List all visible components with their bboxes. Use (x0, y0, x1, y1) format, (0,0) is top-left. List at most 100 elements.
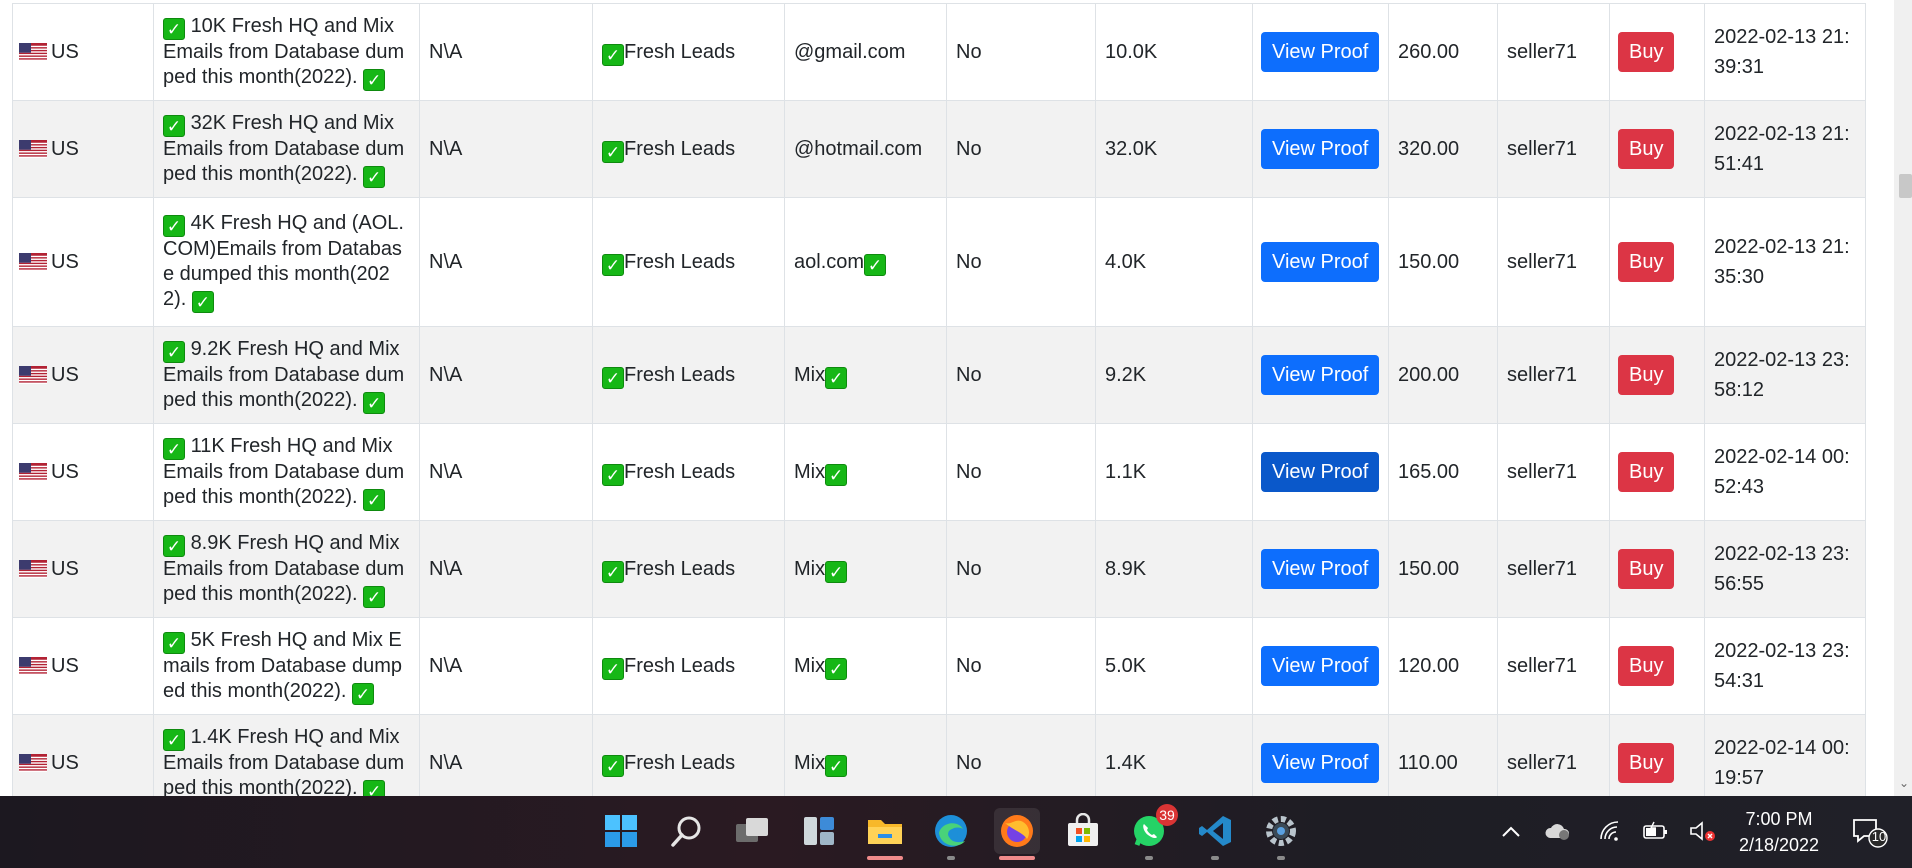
buy-button[interactable]: Buy (1618, 452, 1675, 492)
domain-cell: Mix ✓ (784, 423, 947, 521)
view-proof-button[interactable]: View Proof (1261, 646, 1380, 686)
view-proof-button[interactable]: View Proof (1261, 32, 1380, 72)
view-proof-button[interactable]: View Proof (1261, 549, 1380, 589)
buy-button[interactable]: Buy (1618, 549, 1675, 589)
description-line: Emails from Database dum (163, 751, 405, 774)
edge-button[interactable] (928, 808, 974, 860)
task-view-icon (736, 818, 768, 842)
vscode-button[interactable] (1192, 808, 1238, 860)
table-row: US ✓ 10K Fresh HQ and Mix Emails from Data… (12, 3, 1866, 101)
firefox-button[interactable] (994, 808, 1040, 860)
description-line: ped this month(2022). ✓ (163, 485, 410, 511)
buy-cell: Buy (1609, 100, 1705, 198)
edge-icon (935, 815, 967, 847)
buy-button[interactable]: Buy (1618, 129, 1675, 169)
seller-cell: seller71 (1497, 714, 1610, 796)
price-cell: 200.00 (1388, 326, 1498, 424)
show-hidden-icons-chevron-icon[interactable] (1500, 822, 1522, 842)
country-code: US (51, 557, 79, 580)
settings-button[interactable] (1258, 808, 1304, 860)
domain-label: Mix (794, 363, 826, 386)
whatsapp-button[interactable]: 39 (1126, 804, 1178, 860)
proof-cell: View Proof (1252, 617, 1389, 715)
view-proof-button[interactable]: View Proof (1261, 129, 1380, 169)
volume-muted-icon[interactable] (1688, 820, 1718, 842)
start-button[interactable] (598, 808, 644, 854)
check-icon: ✓ (602, 560, 624, 583)
proof-cell: View Proof (1252, 326, 1389, 424)
wifi-icon[interactable] (1598, 820, 1622, 842)
search-button[interactable] (664, 808, 710, 854)
check-icon: ✓ (825, 657, 848, 680)
check-icon: ✓ (163, 215, 185, 237)
description-cell: ✓ 32K Fresh HQ and Mix Emails from Databa… (153, 100, 420, 198)
file-explorer-button[interactable] (862, 808, 908, 860)
category-label: Fresh Leads (624, 751, 736, 774)
date-line: 2022-02-13 23: (1714, 639, 1850, 662)
price-cell: 150.00 (1388, 197, 1498, 327)
battery-icon[interactable] (1642, 820, 1670, 842)
view-proof-button[interactable]: View Proof (1261, 743, 1380, 783)
scrollbar-thumb[interactable] (1899, 174, 1912, 198)
onedrive-icon[interactable] (1545, 820, 1571, 842)
view-proof-button[interactable]: View Proof (1261, 242, 1380, 282)
task-view-button[interactable] (730, 808, 776, 854)
file-explorer-icon (868, 820, 902, 844)
buy-button[interactable]: Buy (1618, 32, 1675, 72)
scroll-down-arrow-icon[interactable]: ⌄ (1897, 776, 1911, 790)
domain-cell: @hotmail.com (784, 100, 947, 198)
seller-cell: seller71 (1497, 3, 1610, 101)
date-cell: 2022-02-13 21: 39:31 (1704, 3, 1866, 101)
category-cell: ✓ Fresh Leads (592, 520, 785, 618)
category-cell: ✓ Fresh Leads (592, 617, 785, 715)
view-proof-button[interactable]: View Proof (1261, 355, 1380, 395)
status-cell: No (946, 100, 1096, 198)
buy-button[interactable]: Buy (1618, 743, 1675, 783)
us-flag-icon (19, 139, 47, 158)
country-cell: US (12, 617, 154, 715)
description-line: e dumped this month(202 (163, 263, 390, 285)
check-icon: ✓ (352, 682, 374, 705)
table-row: US ✓ 32K Fresh HQ and Mix Emails from Data… (12, 100, 1866, 198)
category-label: Fresh Leads (624, 557, 736, 580)
widgets-button[interactable] (796, 808, 842, 854)
description-line: ed this month(2022). ✓ (163, 679, 410, 705)
description-line: ✓ 9.2K Fresh HQ and Mix (163, 337, 410, 363)
price-cell: 260.00 (1388, 3, 1498, 101)
country-cell: US (12, 3, 154, 101)
listings-table: US ✓ 10K Fresh HQ and Mix Emails from Data… (12, 3, 1866, 796)
category-label: Fresh Leads (624, 654, 736, 677)
buy-button[interactable]: Buy (1618, 355, 1675, 395)
category-label: Fresh Leads (624, 250, 736, 273)
vertical-scrollbar[interactable] (1894, 0, 1912, 796)
domain-label: Mix (794, 654, 826, 677)
description-cell: ✓ 10K Fresh HQ and Mix Emails from Databa… (153, 3, 420, 101)
description-line: ✓ 32K Fresh HQ and Mix (163, 111, 410, 137)
domain-label: Mix (794, 557, 826, 580)
date-cell: 2022-02-13 23: 56:55 (1704, 520, 1866, 618)
description-line: Emails from Database dum (163, 460, 405, 483)
settings-icon (1266, 816, 1296, 846)
view-proof-button[interactable]: View Proof (1261, 452, 1380, 492)
buy-button[interactable]: Buy (1618, 646, 1675, 686)
description-line: ✓ 1.4K Fresh HQ and Mix (163, 725, 410, 751)
check-icon: ✓ (363, 165, 386, 188)
system-clock[interactable]: 7:00 PM 2/18/2022 (1723, 806, 1835, 858)
description-line: Emails from Database dum (163, 557, 405, 580)
proof-cell: View Proof (1252, 3, 1389, 101)
check-icon: ✓ (602, 657, 624, 680)
vscode-icon (1199, 816, 1231, 846)
settings-running-indicator (1277, 856, 1285, 860)
seller-cell: seller71 (1497, 520, 1610, 618)
check-icon: ✓ (825, 754, 848, 777)
buy-button[interactable]: Buy (1618, 242, 1675, 282)
check-icon: ✓ (825, 560, 848, 583)
time-line: 39:31 (1714, 56, 1765, 78)
amount-cell: 4.0K (1095, 197, 1253, 327)
store-button[interactable] (1060, 808, 1106, 854)
widgets-icon (804, 817, 834, 845)
amount-cell: 10.0K (1095, 3, 1253, 101)
time-line: 51:41 (1714, 153, 1765, 175)
domain-label: @gmail.com (794, 40, 906, 63)
date-cell: 2022-02-13 23: 58:12 (1704, 326, 1866, 424)
